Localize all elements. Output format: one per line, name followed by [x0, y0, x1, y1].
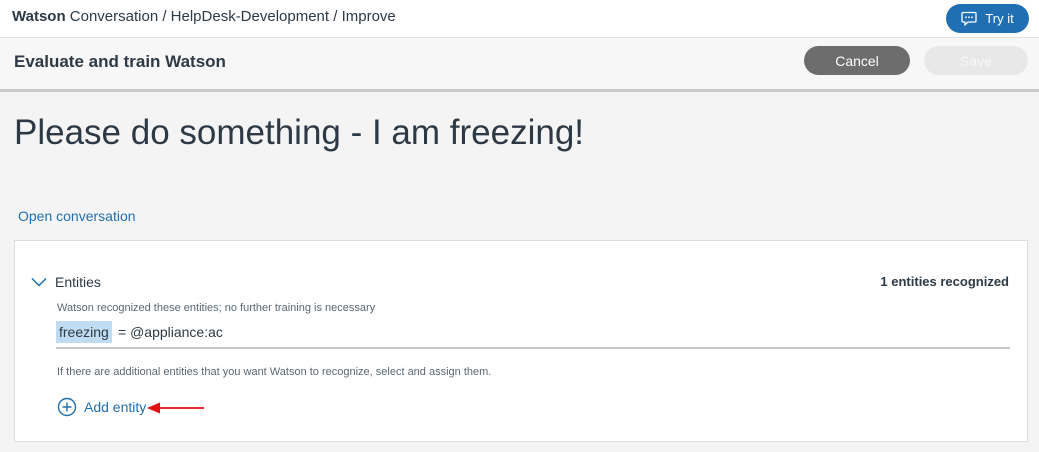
add-entity-label: Add entity — [84, 399, 147, 415]
top-bar: Watson Conversation / HelpDesk-Developme… — [0, 0, 1039, 38]
red-arrow-icon — [147, 402, 204, 414]
entity-row: freezing = @appliance:ac — [56, 320, 1010, 349]
page-title: Evaluate and train Watson — [14, 52, 226, 71]
breadcrumb: Watson Conversation / HelpDesk-Developme… — [12, 8, 396, 25]
add-entity-button[interactable]: Add entity — [57, 397, 146, 417]
entity-token[interactable]: freezing — [56, 321, 112, 343]
chat-bubble-icon — [961, 11, 977, 26]
breadcrumb-path[interactable]: Conversation / HelpDesk-Development / Im… — [70, 8, 396, 25]
plus-circle-icon — [57, 397, 77, 417]
cancel-button[interactable]: Cancel — [804, 46, 910, 75]
chevron-down-icon — [31, 277, 47, 287]
brand-name: Watson — [12, 8, 66, 25]
entities-title: Entities — [55, 274, 101, 290]
page-header: Evaluate and train Watson Cancel Save — [0, 38, 1039, 92]
recognized-note: Watson recognized these entities; no fur… — [57, 302, 376, 314]
additional-entities-note: If there are additional entities that yo… — [57, 366, 492, 378]
user-utterance: Please do something - I am freezing! — [14, 113, 585, 152]
recognized-count: 1 entities recognized — [880, 274, 1009, 289]
try-it-button[interactable]: Try it — [946, 4, 1029, 33]
entity-assignment[interactable]: = @appliance:ac — [118, 324, 223, 340]
entities-toggle[interactable]: Entities — [31, 274, 101, 290]
try-it-label: Try it — [985, 11, 1014, 26]
open-conversation-link[interactable]: Open conversation — [18, 208, 136, 224]
save-button[interactable]: Save — [924, 46, 1028, 75]
